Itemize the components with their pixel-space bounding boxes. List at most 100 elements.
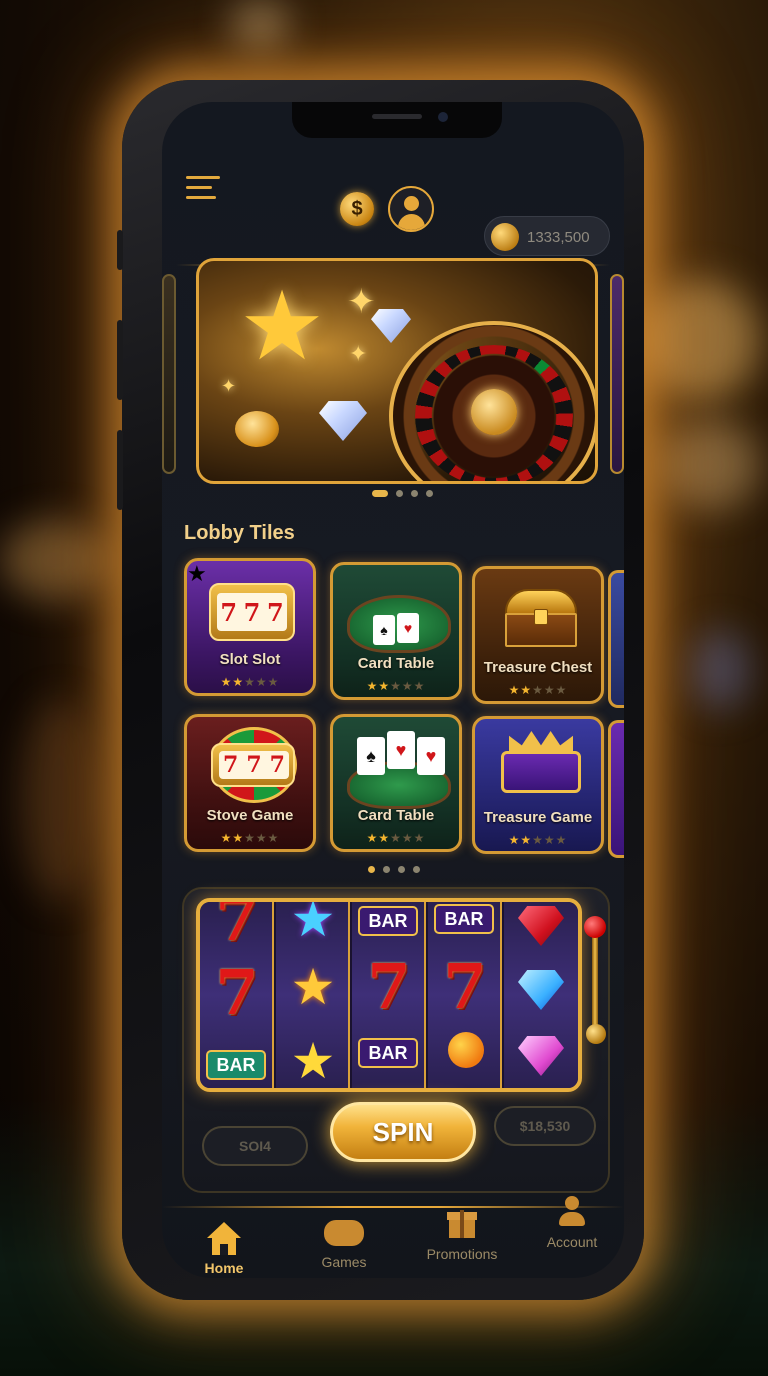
promo-banner[interactable]: ★ ✦ ✦ ✦ xyxy=(196,258,598,484)
tile-next-peek[interactable] xyxy=(608,720,624,858)
pagination-dot[interactable] xyxy=(368,866,375,873)
pagination-dot[interactable] xyxy=(426,490,433,497)
avatar[interactable] xyxy=(388,186,434,232)
game-tile[interactable]: ♠ ♥ Card Table ★★★★★ xyxy=(330,562,462,700)
slot-lever[interactable] xyxy=(592,928,598,1038)
background-light xyxy=(20,700,100,900)
tile-name: Stove Game xyxy=(206,807,294,824)
diamond-icon xyxy=(319,401,367,441)
card-icon: ♥ xyxy=(397,613,419,643)
star-icon: ★ xyxy=(290,898,336,947)
avatar-head xyxy=(404,196,419,211)
nav-label: Games xyxy=(321,1254,367,1270)
bar-symbol: BAR xyxy=(358,1038,418,1068)
reel: BAR 7 xyxy=(428,902,502,1088)
rating-stars: ★★★★★ xyxy=(366,679,426,693)
star-icon: ✦ xyxy=(349,341,368,366)
tile-name: Card Table xyxy=(357,655,435,672)
game-tile[interactable]: Treasure Game ★★★★★ xyxy=(472,716,604,854)
roulette-wheel-icon xyxy=(389,321,595,481)
phone-side-button xyxy=(117,320,123,400)
pagination-dot[interactable] xyxy=(411,490,418,497)
coin-icon[interactable]: $ xyxy=(340,192,374,226)
star-icon: ★ xyxy=(290,959,336,1015)
lever-knob[interactable] xyxy=(584,916,606,938)
star-icon: ★ xyxy=(239,273,326,380)
pagination-dot[interactable] xyxy=(413,866,420,873)
seven-symbol: 7 xyxy=(443,950,487,1023)
tile-art xyxy=(475,719,601,815)
background-light xyxy=(230,0,290,50)
bar-symbol: BAR xyxy=(434,904,494,934)
star-icon: ✦ xyxy=(221,376,237,396)
tile-art: 777 ★ xyxy=(187,561,313,657)
phone-frame: $ 1333,500 ★ ✦ ✦ ✦ Lobby Tiles 7 7 7 ★ S… xyxy=(117,80,644,1300)
banner-pagination xyxy=(372,490,433,497)
card-icon: ♥ xyxy=(417,737,445,775)
seven-symbol: 7 xyxy=(215,898,259,955)
avatar-body xyxy=(398,214,425,230)
balance-badge[interactable]: 1333,500 xyxy=(484,216,610,256)
nav-games[interactable]: Games xyxy=(294,1216,394,1270)
banner-previous-peek[interactable] xyxy=(162,274,176,474)
coin-icon xyxy=(235,411,279,447)
nav-promotions[interactable]: Promotions xyxy=(412,1206,512,1262)
banner-next-peek[interactable] xyxy=(610,274,624,474)
tile-name: Treasure Chest xyxy=(483,659,593,676)
bet-value-field[interactable]: SOI4 xyxy=(202,1126,308,1166)
pagination-dot[interactable] xyxy=(398,866,405,873)
gift-icon xyxy=(447,1206,477,1238)
tile-art: 777 xyxy=(187,717,313,813)
tile-art xyxy=(475,569,601,665)
bar-symbol: BAR xyxy=(206,1050,266,1080)
diamond-icon xyxy=(518,970,564,1010)
tile-name: Treasure Game xyxy=(483,809,593,826)
menu-icon-line xyxy=(186,196,216,199)
nav-home[interactable]: Home xyxy=(174,1222,274,1276)
star-icon: ✦ xyxy=(347,283,376,321)
background-light xyxy=(660,420,760,510)
app-screen: $ 1333,500 ★ ✦ ✦ ✦ Lobby Tiles 7 7 7 ★ S… xyxy=(162,102,624,1278)
diamond-icon xyxy=(371,309,411,343)
rating-stars: ★★★★★ xyxy=(220,675,280,689)
game-tile[interactable]: ♠ ♥ ♥ Card Table ★★★★★ xyxy=(330,714,462,852)
game-tile[interactable]: 777 ★ Slot Slot ★★★★★ xyxy=(184,558,316,696)
background-light xyxy=(0,520,110,600)
tile-name: Slot Slot xyxy=(219,651,281,668)
slot-machine-icon: 777 xyxy=(211,743,295,787)
gamepad-icon xyxy=(324,1220,364,1246)
seven-symbol: 7 xyxy=(367,950,411,1023)
reel xyxy=(504,902,578,1088)
tiles-pagination xyxy=(368,866,420,873)
phone-side-button xyxy=(117,230,123,270)
roulette-hub xyxy=(471,389,517,435)
card-icon: ♠ xyxy=(373,615,395,645)
menu-icon-line xyxy=(186,176,220,179)
spin-button[interactable]: SPIN xyxy=(330,1102,476,1162)
seven-symbol: 7 xyxy=(215,956,259,1029)
camera-icon xyxy=(438,112,448,122)
tile-art: ♠ ♥ ♥ xyxy=(333,717,459,813)
menu-button[interactable] xyxy=(186,176,220,204)
reel: 7 7 BAR xyxy=(200,902,274,1088)
section-title: Lobby Tiles xyxy=(184,522,295,544)
balance-value: 1333,500 xyxy=(527,229,590,246)
pagination-dot[interactable] xyxy=(372,490,388,497)
game-tile[interactable]: Treasure Chest ★★★★★ xyxy=(472,566,604,704)
tile-name: Card Table xyxy=(357,807,435,824)
card-icon: ♥ xyxy=(387,731,415,769)
pagination-dot[interactable] xyxy=(383,866,390,873)
bar-symbol: BAR xyxy=(358,906,418,936)
win-value-field[interactable]: $18,530 xyxy=(494,1106,596,1146)
star-icon: ★ xyxy=(290,1033,336,1089)
reel: BAR 7 BAR xyxy=(352,902,426,1088)
account-icon xyxy=(557,1196,587,1228)
game-tile[interactable]: 777 Stove Game ★★★★★ xyxy=(184,714,316,852)
ruby-icon xyxy=(518,906,564,946)
card-icon: ♠ xyxy=(357,737,385,775)
pagination-dot[interactable] xyxy=(396,490,403,497)
tile-next-peek[interactable] xyxy=(608,570,624,708)
reel: ★ ★ ★ xyxy=(276,902,350,1088)
nav-account[interactable]: Account xyxy=(522,1196,622,1250)
treasure-box-icon xyxy=(501,751,581,793)
